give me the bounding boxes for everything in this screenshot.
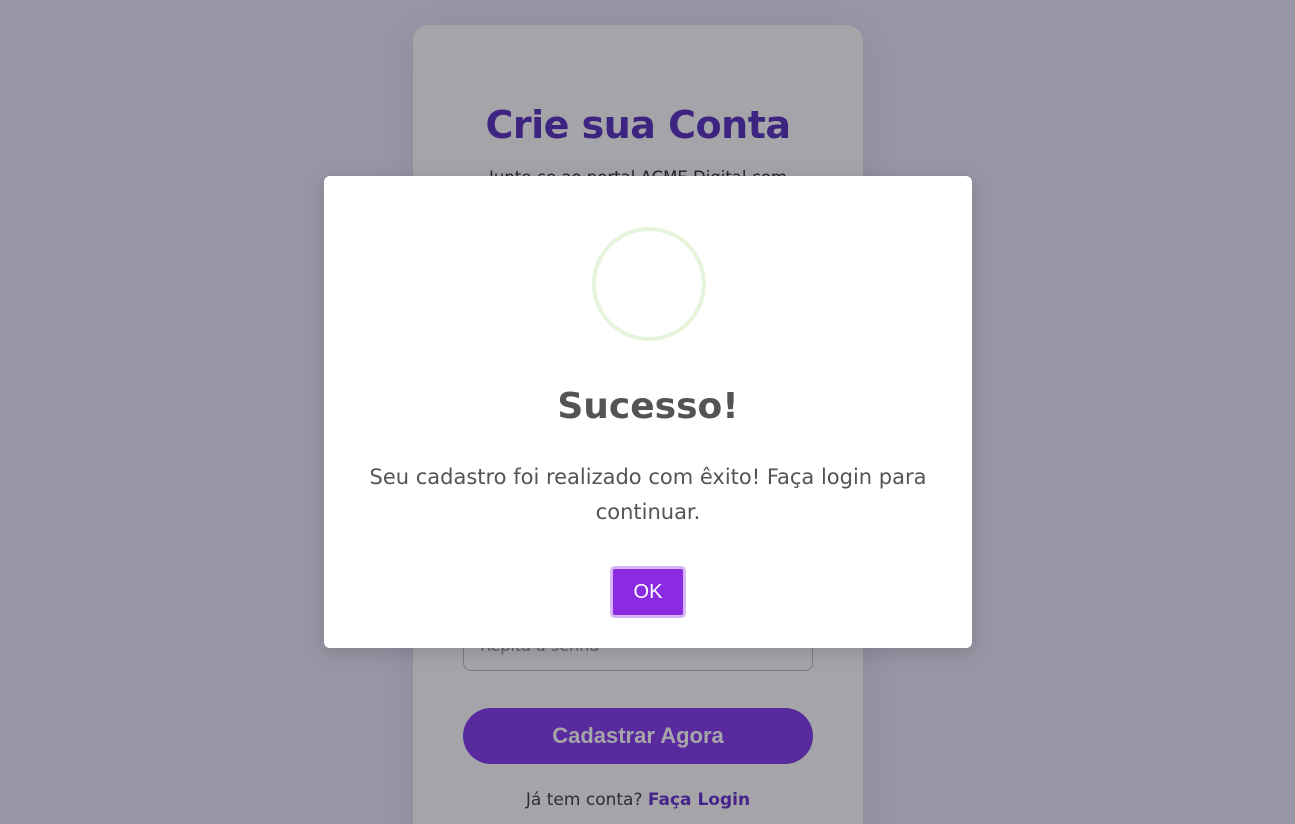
success-icon xyxy=(592,227,706,341)
ok-button[interactable]: OK xyxy=(610,566,686,618)
modal-title: Sucesso! xyxy=(557,386,739,427)
modal-message: Seu cadastro foi realizado com êxito! Fa… xyxy=(369,465,927,524)
success-modal: Sucesso! Seu cadastro foi realizado com … xyxy=(324,176,972,648)
